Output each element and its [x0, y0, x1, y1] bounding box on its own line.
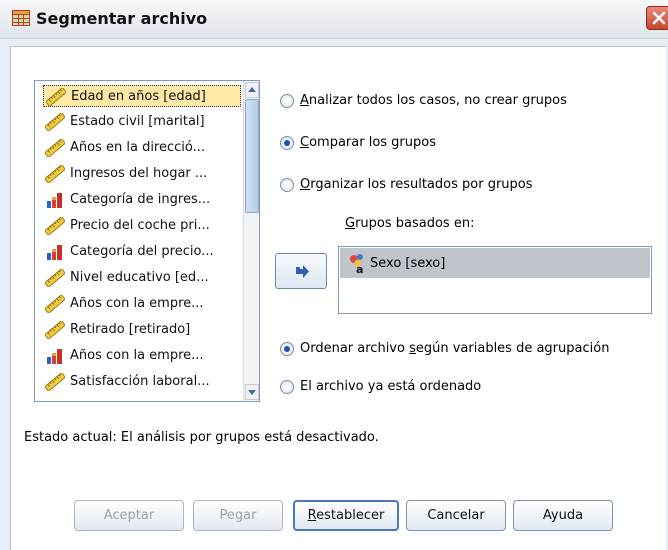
- close-button[interactable]: [646, 6, 668, 30]
- scale-ruler-icon: [44, 138, 66, 158]
- groups-list-item[interactable]: a Sexo [sexo]: [340, 248, 650, 278]
- list-item-label: Años con la empre...: [70, 296, 204, 311]
- arrow-right-icon: [296, 265, 309, 278]
- radio-already-sorted[interactable]: [280, 380, 294, 394]
- groups-item-label: Sexo [sexo]: [370, 256, 446, 271]
- move-to-groups-button[interactable]: [275, 253, 327, 289]
- groups-label: Grupos basados en:: [345, 216, 474, 231]
- option-label: egún variables de agrupación: [415, 341, 610, 356]
- scale-ruler-icon: [44, 372, 66, 392]
- list-item-label: Satisfacción laboral...: [70, 374, 210, 389]
- list-item[interactable]: Años con la empre...: [43, 293, 241, 315]
- list-item-label: Ingresos del hogar ...: [70, 166, 208, 181]
- radio-compare[interactable]: [280, 136, 294, 150]
- svg-text:a: a: [356, 263, 363, 275]
- radio-organize[interactable]: [280, 178, 294, 192]
- list-item-label: Nivel educativo [ed...: [70, 270, 209, 285]
- ordinal-bars-icon: [45, 347, 65, 365]
- paste-button[interactable]: Pegar: [193, 500, 283, 531]
- list-item[interactable]: Precio del coche pri...: [43, 215, 241, 237]
- table-app-icon: [12, 10, 30, 26]
- list-item-label: Estado civil [marital]: [70, 114, 205, 129]
- reset-button-label: establecer: [316, 508, 385, 523]
- list-item-label: Edad en años [edad]: [71, 89, 206, 104]
- ordinal-bars-icon: [45, 191, 65, 209]
- scale-ruler-icon: [44, 320, 66, 340]
- help-button[interactable]: Ayuda: [513, 500, 613, 531]
- list-item[interactable]: Edad en años [edad]: [43, 85, 241, 107]
- variable-list-scrollbar[interactable]: [243, 81, 259, 401]
- option-label: El archivo ya está ordenado: [300, 379, 482, 394]
- radio-analyze-all[interactable]: [280, 94, 294, 108]
- groups-label-text: rupos basados en:: [355, 216, 475, 231]
- list-item[interactable]: Satisfacción laboral...: [43, 371, 241, 393]
- list-item[interactable]: Categoría de ingres...: [43, 189, 241, 211]
- window-title: Segmentar archivo: [36, 9, 208, 28]
- scroll-down-icon: [248, 390, 256, 395]
- scale-ruler-icon: [44, 268, 66, 288]
- ordinal-bars-icon: [45, 243, 65, 261]
- option-label: rganizar los resultados por grupos: [310, 177, 533, 192]
- mnemonic: O: [300, 177, 311, 192]
- list-item[interactable]: Retirado [retirado]: [43, 319, 241, 341]
- option-label: nalizar todos los casos, no crear grupos: [308, 93, 567, 108]
- mnemonic: C: [300, 135, 310, 150]
- scale-ruler-icon: [44, 112, 66, 132]
- list-item[interactable]: Ingresos del hogar ...: [43, 163, 241, 185]
- mnemonic: s: [409, 341, 416, 356]
- list-item-label: Precio del coche pri...: [70, 218, 210, 233]
- scale-ruler-icon: [44, 294, 66, 314]
- scroll-up-icon: [248, 87, 256, 92]
- close-icon: [652, 11, 666, 25]
- scale-ruler-icon: [44, 164, 66, 184]
- mnemonic: G: [345, 216, 356, 231]
- list-item-label: Categoría del precio...: [70, 244, 214, 259]
- scroll-up-button[interactable]: [245, 82, 259, 98]
- list-item[interactable]: Años en la direcció...: [43, 137, 241, 159]
- list-item[interactable]: Nivel educativo [ed...: [43, 267, 241, 289]
- cancel-button[interactable]: Cancelar: [406, 500, 506, 531]
- variable-list[interactable]: Edad en años [edad] Estado civil [marital…: [34, 80, 260, 402]
- nominal-variable-icon: a: [350, 254, 363, 275]
- scroll-thumb[interactable]: [245, 99, 259, 213]
- groups-list[interactable]: a Sexo [sexo]: [338, 246, 652, 314]
- ok-button[interactable]: Aceptar: [74, 500, 184, 531]
- reset-button[interactable]: Restablecer: [293, 500, 399, 531]
- list-item[interactable]: Años con la empre...: [43, 345, 241, 367]
- list-item-label: Categoría de ingres...: [70, 192, 211, 207]
- scroll-down-button[interactable]: [245, 384, 259, 400]
- scale-ruler-icon: [44, 216, 66, 236]
- list-item-label: Años con la empre...: [70, 348, 204, 363]
- option-label: Ordenar archivo: [300, 341, 410, 356]
- list-item-label: Retirado [retirado]: [70, 322, 191, 337]
- status-text: Estado actual: El análisis por grupos es…: [24, 430, 379, 445]
- mnemonic: R: [307, 508, 317, 523]
- list-item[interactable]: Categoría del precio...: [43, 241, 241, 263]
- scale-ruler-icon: [45, 87, 67, 106]
- option-label: omparar los grupos: [309, 135, 436, 150]
- radio-sort-by-vars[interactable]: [280, 342, 294, 356]
- list-item[interactable]: Estado civil [marital]: [43, 111, 241, 133]
- list-item-label: Años en la direcció...: [70, 140, 206, 155]
- mnemonic: A: [300, 93, 309, 108]
- title-bar: Segmentar archivo: [0, 0, 668, 39]
